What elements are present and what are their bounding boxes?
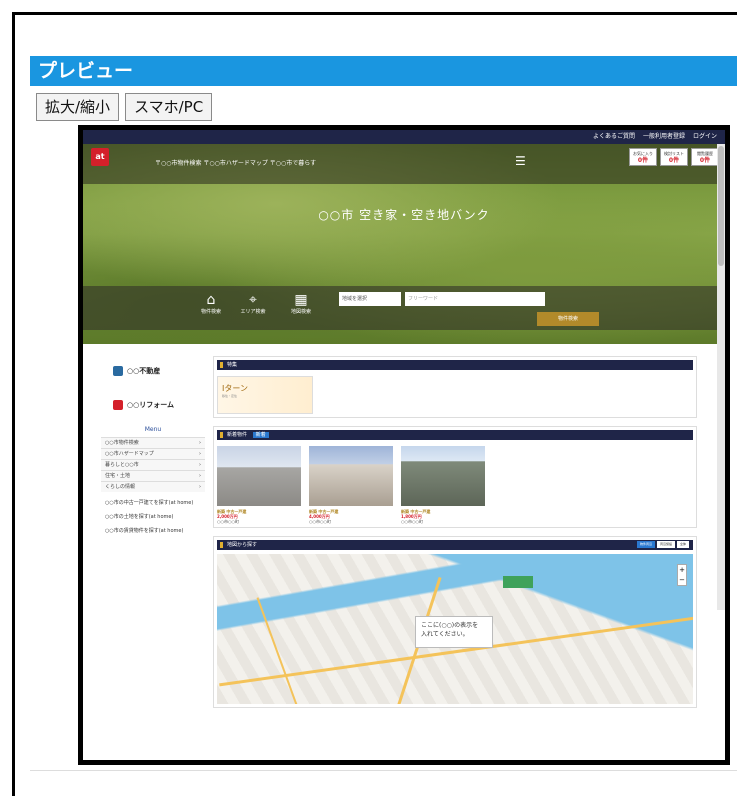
preview-main: 特集 Iターン 移住・定住 新着物件 新着 新築 中古一戸建 2,000万円 ○… <box>213 356 697 716</box>
building-icon: ▦ <box>294 292 308 308</box>
site-preview-frame[interactable]: よくあるご質問 一般利用者登録 ログイン at 〒○○市物件検索 〒○○市ハザー… <box>78 125 730 765</box>
header-nav-links[interactable]: 〒○○市物件検索 〒○○市ハザードマップ 〒○○市で暮らす <box>155 158 316 167</box>
zoom-toggle-button[interactable]: 拡大/縮小 <box>36 93 120 121</box>
search-category-map[interactable]: ▦ 地図検索 <box>281 292 321 315</box>
counter-history[interactable]: 閲覧履歴 0件 <box>691 148 719 166</box>
map-filter-nearby[interactable]: 物件周辺 <box>636 541 655 548</box>
search-category-property[interactable]: ⌂ 物件検索 <box>191 292 231 315</box>
map-section: 地図から探す 物件周辺 周辺施設 全体 + − ここに(○○)の表示を 入れてくだ… <box>213 536 697 708</box>
preview-topbar: よくあるご質問 一般利用者登録 ログイン <box>83 130 725 144</box>
map-view[interactable]: + − ここに(○○)の表示を 入れてください。 <box>217 554 693 704</box>
topbar-link-register[interactable]: 一般利用者登録 <box>643 130 685 144</box>
map-heading: 地図から探す 物件周辺 周辺施設 全体 <box>217 540 693 550</box>
property-card[interactable]: 新築 中古一戸建 2,000万円 ○○市○○町 <box>217 446 301 524</box>
feature-card[interactable]: Iターン 移住・定住 <box>217 376 313 414</box>
hero-banner: at 〒○○市物件検索 〒○○市ハザードマップ 〒○○市で暮らす ☰ お気に入り… <box>83 144 725 344</box>
device-toggle-button[interactable]: スマホ/PC <box>125 93 213 121</box>
banner-reform[interactable]: ○○リフォーム <box>113 392 193 418</box>
sidebar-link-house[interactable]: ○○市の中古一戸建てを探す(at home) <box>101 500 205 506</box>
topbar-link-login[interactable]: ログイン <box>693 130 717 144</box>
panel-toolbar: 拡大/縮小 スマホ/PC <box>36 93 213 121</box>
new-listings-heading: 新着物件 新着 <box>217 430 693 440</box>
counter-shortlist[interactable]: 検討リスト 0件 <box>660 148 688 166</box>
map-road <box>256 597 300 704</box>
hamburger-menu-icon[interactable]: ☰ <box>515 154 526 168</box>
property-card[interactable]: 新築 中古一戸建 1,800万円 ○○市○○町 <box>401 446 485 524</box>
menu-title: Menu <box>144 426 162 433</box>
home-icon: ⌂ <box>206 292 216 308</box>
property-photo <box>309 446 393 506</box>
menu-item-housing[interactable]: 住宅・土地 <box>101 470 205 481</box>
sidebar-link-rental[interactable]: ○○市の賃貸物件を探す(at home) <box>101 528 205 534</box>
feature-section: 特集 Iターン 移住・定住 <box>213 356 697 418</box>
header-counters: お気に入り 0件 検討リスト 0件 閲覧履歴 0件 <box>629 148 719 166</box>
search-button[interactable]: 物件検索 <box>537 312 599 326</box>
map-filter-all[interactable]: 全体 <box>676 541 689 548</box>
topbar-link-faq[interactable]: よくあるご質問 <box>593 130 635 144</box>
house-icon <box>113 400 123 410</box>
search-category-area[interactable]: ⌖ エリア検索 <box>233 292 273 315</box>
banner-realestate[interactable]: ○○不動産 <box>113 358 193 384</box>
new-listings-section: 新着物件 新着 新築 中古一戸建 2,000万円 ○○市○○町 新築 中古一戸建… <box>213 426 697 528</box>
panel-title: プレビュー <box>30 56 737 86</box>
search-bar: ⌂ 物件検索 ⌖ エリア検索 ▦ 地図検索 地域を選択 フリーワード 物件検索 <box>83 286 725 330</box>
site-logo[interactable]: at <box>91 148 109 166</box>
property-photo <box>217 446 301 506</box>
new-badge: 新着 <box>252 432 269 438</box>
counter-favorites[interactable]: お気に入り 0件 <box>629 148 657 166</box>
scrollbar-thumb[interactable] <box>718 146 724 266</box>
menu-item-hazard[interactable]: ○○市ハザードマップ <box>101 448 205 459</box>
map-filter-facilities[interactable]: 周辺施設 <box>656 541 675 548</box>
area-select[interactable]: 地域を選択 <box>339 292 401 306</box>
menu-item-living[interactable]: 暮らしと○○市 <box>101 459 205 470</box>
map-pin-icon: ⌖ <box>249 292 257 308</box>
preview-scrollbar[interactable] <box>717 144 725 610</box>
sidebar-link-land[interactable]: ○○市の土地を探す(at home) <box>101 514 205 520</box>
map-tooltip: ここに(○○)の表示を 入れてください。 <box>415 616 493 648</box>
property-photo <box>401 446 485 506</box>
menu-item-search[interactable]: ○○市物件検索 <box>101 437 205 448</box>
map-zoom-control[interactable]: + − <box>677 564 687 586</box>
map-park <box>503 576 533 588</box>
property-card[interactable]: 新築 中古一戸建 4,000万円 ○○市○○町 <box>309 446 393 524</box>
house-icon <box>113 366 123 376</box>
menu-item-info[interactable]: くらしの情報 <box>101 481 205 492</box>
hero-title: ○○市 空き家・空き地バンク <box>318 208 490 222</box>
keyword-input[interactable]: フリーワード <box>405 292 545 306</box>
feature-heading: 特集 <box>217 360 693 370</box>
preview-sidebar: ○○不動産 ○○リフォーム Menu ○○市物件検索 ○○市ハザードマップ 暮ら… <box>101 358 205 534</box>
